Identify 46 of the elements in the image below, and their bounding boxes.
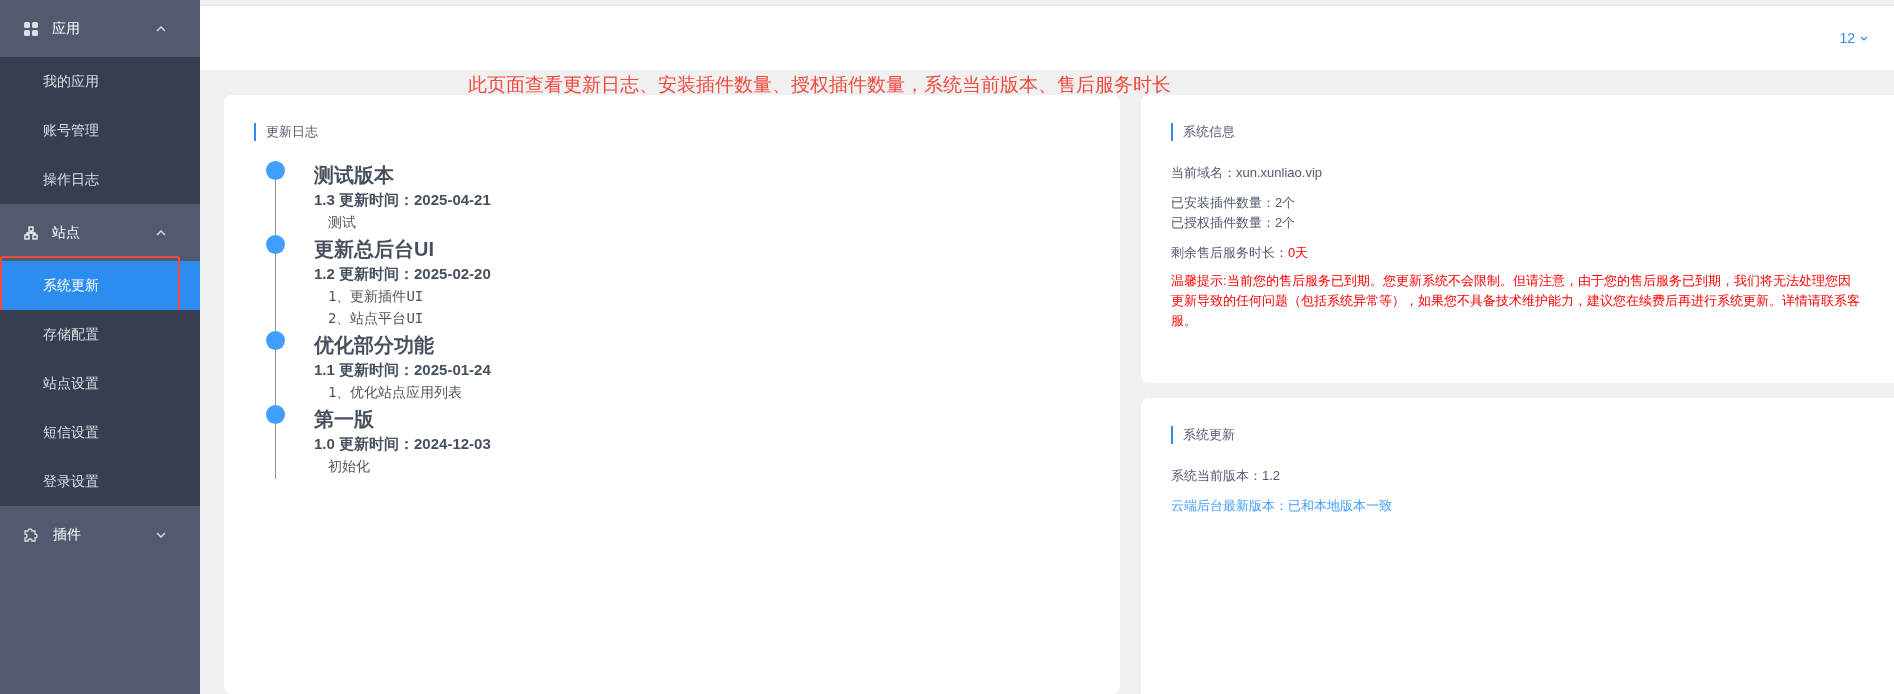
installed-plugins-text: 已安装插件数量：2个: [1171, 194, 1297, 212]
grid-icon: [24, 21, 38, 36]
menu-group-header[interactable]: 应用: [0, 0, 200, 57]
puzzle-icon: [24, 527, 39, 542]
cloud-version-text: 云端后台最新版本：已和本地版本一致: [1171, 497, 1393, 515]
entry-title: 更新总后台UI: [314, 237, 435, 262]
menu-item[interactable]: 操作日志: [0, 155, 200, 204]
entry-version-date: 1.2 更新时间：2025-02-20: [314, 264, 491, 284]
hierarchy-icon: [24, 225, 38, 240]
warning-text: 温馨提示:当前您的售后服务已到期。您更新系统不会限制。但请注意，由于您的售后服务已到期，我们将无法处理您因更新导致的任何问题（包括系统异常等），如果您不具备技术维护能力，建议您在续费后再进行系统更新。详情请联系客服。: [1171, 272, 1861, 330]
menu-item[interactable]: 站点设置: [0, 359, 200, 408]
chevron-up-icon: [156, 25, 166, 32]
entry-note: 1、优化站点应用列表: [327, 383, 464, 402]
entry-version-date: 1.0 更新时间：2024-12-03: [314, 434, 491, 454]
service-value: 0天: [1288, 245, 1309, 260]
menu-item[interactable]: 我的应用: [0, 57, 200, 106]
timeline-dot: [266, 161, 285, 180]
menu-group-header[interactable]: 站点: [0, 204, 200, 261]
menu-item[interactable]: 存储配置: [0, 310, 200, 359]
service-label: 剩余售后服务时长：: [1171, 245, 1288, 260]
entry-title: 第一版: [314, 407, 375, 432]
card-title: 系统更新: [1171, 426, 1864, 444]
menu-item[interactable]: 账号管理: [0, 106, 200, 155]
timeline-dot: [266, 235, 285, 254]
timeline-dot: [266, 405, 285, 424]
menu-group-header[interactable]: 插件: [0, 506, 200, 563]
current-version-text: 系统当前版本：1.2: [1171, 467, 1282, 485]
chevron-down-icon: [1860, 35, 1868, 41]
chevron-down-icon: [156, 531, 166, 538]
menu-item[interactable]: 登录设置: [0, 457, 200, 506]
annotation-text: 此页面查看更新日志、安装插件数量、授权插件数量，系统当前版本、售后服务时长: [468, 73, 1171, 97]
entry-title: 测试版本: [314, 163, 395, 188]
entry-note: 2、站点平台UI: [327, 309, 425, 328]
menu-item[interactable]: 短信设置: [0, 408, 200, 457]
entry-note: 1、更新插件UI: [327, 287, 425, 306]
entry-version-date: 1.3 更新时间：2025-04-21: [314, 190, 491, 210]
domain-text: 当前域名：xun.xunliao.vip: [1171, 164, 1323, 182]
chevron-up-icon: [156, 229, 166, 236]
authorized-plugins-text: 已授权插件数量：2个: [1171, 214, 1297, 232]
entry-note: 初始化: [327, 457, 371, 476]
entry-title: 优化部分功能: [314, 333, 435, 358]
entry-version-date: 1.1 更新时间：2025-01-24: [314, 360, 491, 380]
card-title: 系统信息: [1171, 123, 1864, 141]
entry-note: 测试: [327, 213, 357, 232]
card-title: 更新日志: [254, 123, 1090, 141]
timeline-dot: [266, 331, 285, 350]
